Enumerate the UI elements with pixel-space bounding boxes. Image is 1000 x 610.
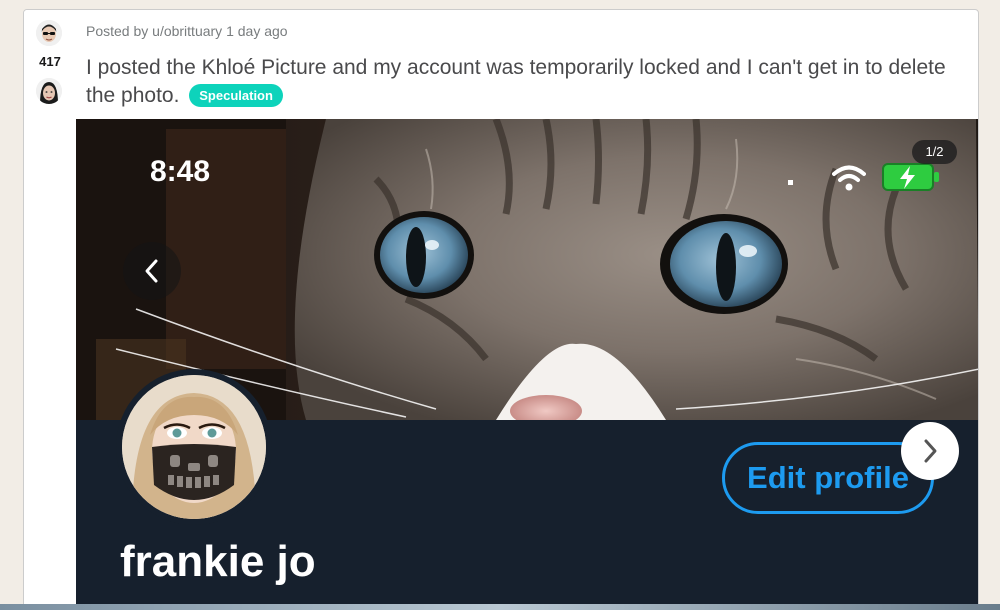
signal-dot-icon [788,180,793,185]
status-time: 8:48 [150,155,211,188]
page-bottom-strip [0,604,1000,610]
gallery-counter: 1/2 [912,140,957,164]
vote-score: 417 [39,54,61,69]
profile-avatar [116,369,272,525]
flair-badge[interactable]: Speculation [189,84,283,107]
upvote-icon[interactable] [36,20,62,46]
post-meta[interactable]: Posted by u/obrittuary 1 day ago [86,23,288,39]
post-title[interactable]: I posted the Khloé Picture and my accoun… [86,54,966,110]
chevron-left-icon [145,259,158,283]
wifi-icon [832,165,866,191]
battery-charging-icon [882,163,939,191]
vote-bar: 417 [24,10,76,609]
chevron-right-icon [924,439,937,463]
profile-display-name: frankie jo [120,537,316,586]
downvote-icon[interactable] [36,78,62,104]
post-media-gallery[interactable]: 8:48 1/2 Edit profile frankie jo [76,119,978,609]
gallery-next-button[interactable] [901,422,959,480]
post-card[interactable]: 417 Posted by u/obrittuary 1 day ago I p… [23,9,979,610]
gallery-prev-button[interactable] [123,242,181,300]
